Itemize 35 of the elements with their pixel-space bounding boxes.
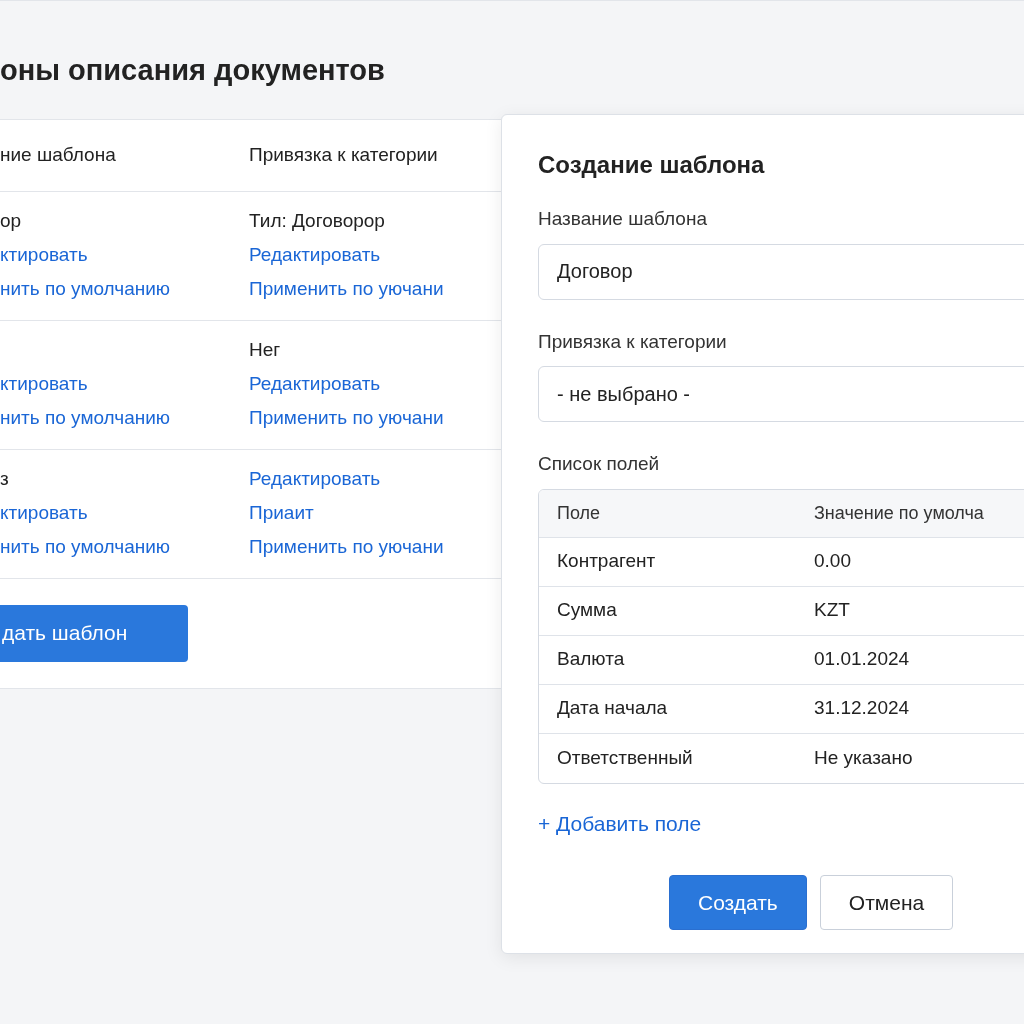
column-header: Поле bbox=[557, 501, 602, 525]
table-link[interactable]: ктировать bbox=[0, 499, 249, 526]
table-cell-text: ор bbox=[0, 208, 23, 233]
table-cell-text: Нег bbox=[249, 337, 282, 362]
field-label: Привязка к категории bbox=[538, 329, 728, 354]
page-title: оны описания документов bbox=[0, 53, 386, 88]
table-link[interactable]: ктировать bbox=[0, 370, 249, 397]
table-cell-text: 01.01.2024 bbox=[814, 647, 911, 672]
table-link[interactable]: ктировать bbox=[0, 241, 249, 268]
add-field-link[interactable]: + Добавить поле bbox=[538, 807, 702, 839]
cancel-button[interactable]: Отмена bbox=[819, 875, 954, 930]
table-cell-text: Дата начала bbox=[557, 696, 669, 721]
field-label: Список полей bbox=[538, 452, 661, 476]
create-button[interactable]: Создать bbox=[669, 875, 807, 930]
template-name-input[interactable]: Договор bbox=[538, 243, 1024, 300]
table-cell-text: з bbox=[0, 466, 10, 491]
create-template-button[interactable]: дать шаблон bbox=[0, 604, 188, 662]
table-cell-text: Валюта bbox=[557, 647, 626, 672]
table-link[interactable]: нить по умолчанию bbox=[0, 533, 249, 560]
table-cell-text: 31.12.2024 bbox=[814, 696, 911, 721]
table-link[interactable]: нить по умолчанию bbox=[0, 275, 249, 302]
column-header: Значение по умолча bbox=[814, 501, 985, 525]
table-cell-text: Сумма bbox=[557, 598, 618, 623]
table-link[interactable]: нить по умолчанию bbox=[0, 404, 249, 431]
table-cell-text: 0.00 bbox=[814, 549, 852, 574]
table-cell-text: Не указано bbox=[814, 745, 914, 770]
dialog-title: Создание шаблона bbox=[538, 150, 766, 180]
table-cell-text: Ответственный bbox=[557, 745, 694, 770]
table-cell-text: Тил: Договорор bbox=[249, 208, 386, 233]
category-select[interactable]: - не выбрано - bbox=[538, 366, 1024, 422]
column-header: Привязка к категории bbox=[249, 142, 439, 167]
table-cell-text: KZT bbox=[814, 598, 851, 623]
table-cell-text: Контрагент bbox=[557, 549, 657, 574]
field-label: Название шаблона bbox=[538, 207, 708, 231]
column-header: ние шаблона bbox=[0, 142, 117, 167]
